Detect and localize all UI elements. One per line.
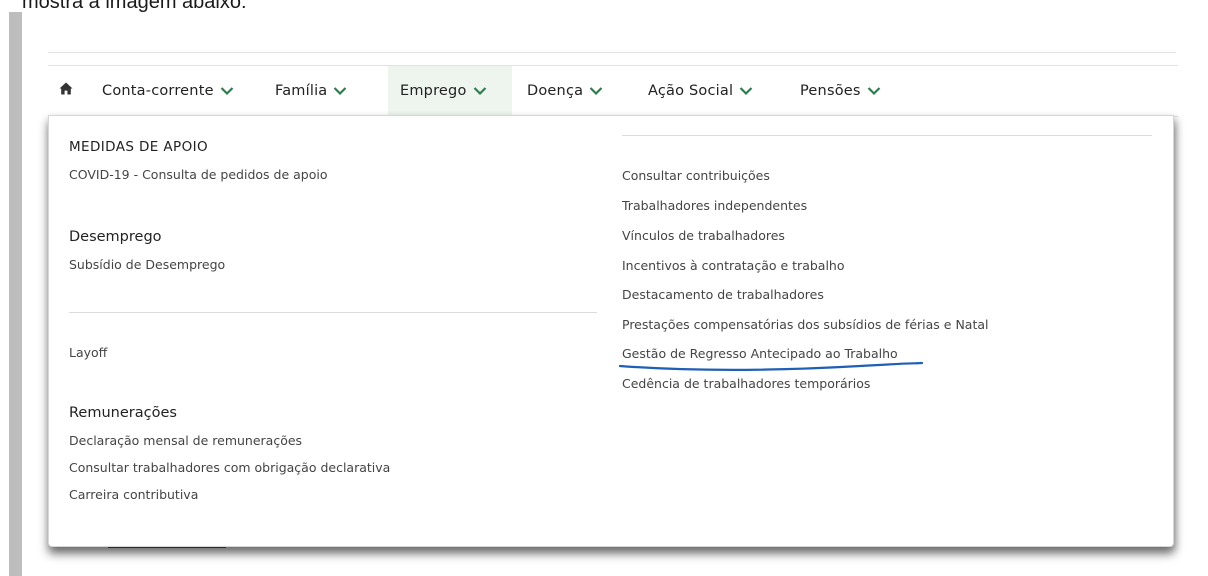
menu-link-gestao-regresso-antecipado[interactable]: Gestão de Regresso Antecipado ao Trabalh… bbox=[622, 346, 898, 361]
menu-link-trabalhadores-independentes[interactable]: Trabalhadores independentes bbox=[622, 198, 807, 213]
nav-item-pensoes[interactable]: Pensões bbox=[788, 66, 893, 116]
main-nav: Conta-corrente Família Emprego Doença Aç… bbox=[48, 65, 1178, 117]
menu-heading-desemprego: Desemprego bbox=[69, 229, 162, 245]
menu-link-prestacoes-compensatorias[interactable]: Prestações compensatórias dos subsídios … bbox=[622, 317, 989, 332]
nav-item-label: Ação Social bbox=[648, 83, 734, 99]
menu-link-carreira-contributiva[interactable]: Carreira contributiva bbox=[69, 487, 198, 502]
nav-item-label: Doença bbox=[527, 83, 584, 99]
menu-link-destacamento-trabalhadores[interactable]: Destacamento de trabalhadores bbox=[622, 287, 824, 302]
nav-item-label: Família bbox=[275, 83, 328, 99]
nav-item-conta-corrente[interactable]: Conta-corrente bbox=[90, 66, 246, 116]
menu-link-consultar-contribuicoes[interactable]: Consultar contribuições bbox=[622, 168, 770, 183]
chevron-down-icon bbox=[334, 87, 347, 96]
menu-link-vinculos-trabalhadores[interactable]: Vínculos de trabalhadores bbox=[622, 228, 785, 243]
nav-item-label: Pensões bbox=[800, 83, 861, 99]
menu-link-incentivos-contratacao[interactable]: Incentivos à contratação e trabalho bbox=[622, 258, 845, 273]
home-icon[interactable] bbox=[56, 80, 76, 100]
menu-divider-right bbox=[622, 135, 1152, 136]
menu-link-layoff[interactable]: Layoff bbox=[69, 345, 107, 360]
nav-item-familia[interactable]: Família bbox=[263, 66, 359, 116]
nav-item-label: Conta-corrente bbox=[102, 83, 214, 99]
chevron-down-icon bbox=[739, 87, 753, 96]
menu-link-consultar-trabalhadores-obrigacao[interactable]: Consultar trabalhadores com obrigação de… bbox=[69, 460, 390, 475]
menu-heading-remuneracoes: Remunerações bbox=[69, 405, 177, 421]
chevron-down-icon bbox=[220, 87, 233, 96]
nav-item-label: Emprego bbox=[400, 83, 467, 99]
menu-link-declaracao-mensal[interactable]: Declaração mensal de remunerações bbox=[69, 433, 302, 448]
chevron-down-icon bbox=[589, 87, 603, 96]
page-top-divider bbox=[48, 52, 1176, 53]
menu-link-covid-consulta[interactable]: COVID-19 - Consulta de pedidos de apoio bbox=[69, 167, 327, 182]
menu-link-subsidio-desemprego[interactable]: Subsídio de Desemprego bbox=[69, 257, 225, 272]
menu-heading-medidas-de-apoio: MEDIDAS DE APOIO bbox=[69, 139, 209, 155]
menu-divider-left bbox=[69, 312, 597, 313]
chevron-down-icon bbox=[473, 87, 486, 96]
nav-item-doenca[interactable]: Doença bbox=[515, 66, 615, 116]
chevron-down-icon bbox=[867, 87, 880, 96]
nav-item-emprego[interactable]: Emprego bbox=[388, 66, 512, 116]
menu-link-cedencia-trabalhadores[interactable]: Cedência de trabalhadores temporários bbox=[622, 376, 870, 391]
nav-item-acao-social[interactable]: Ação Social bbox=[636, 66, 765, 116]
